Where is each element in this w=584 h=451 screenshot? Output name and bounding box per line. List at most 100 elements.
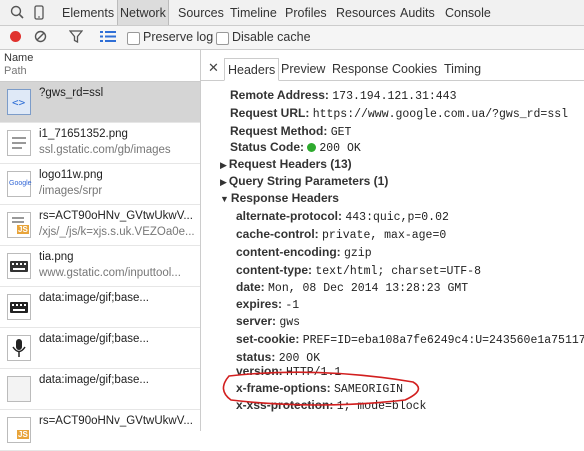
image-file-icon [7, 130, 31, 156]
request-list: Name Path <> ?gws_rd=ssl i1_71651352.png… [0, 50, 201, 451]
tab-profiles[interactable]: Profiles [285, 0, 327, 25]
js-badge: JS [17, 430, 29, 439]
tab-resources[interactable]: Resources [336, 0, 396, 25]
request-row[interactable]: i1_71651352.png ssl.gstatic.com/gb/image… [0, 123, 200, 164]
header-value: 200 OK [319, 142, 361, 155]
disable-cache-checkbox[interactable] [216, 32, 229, 45]
response-header-line: date: Mon, 08 Dec 2014 13:28:23 GMT [236, 279, 468, 297]
response-header-line: server: gws [236, 313, 300, 331]
highlight-ellipse [222, 371, 420, 406]
preserve-log-label: Preserve log [143, 30, 214, 44]
response-header-line: content-encoding: gzip [236, 244, 372, 262]
header-value: -1 [285, 299, 300, 312]
request-name: rs=ACT90oHNv_GVtwUkwV... [39, 210, 193, 222]
section-title: Response Headers [230, 191, 339, 205]
request-name: data:image/gif;base... [39, 333, 149, 345]
inspect-icon[interactable] [10, 5, 24, 22]
request-name: logo11w.png [39, 169, 103, 181]
request-path: /xjs/_/js/k=xjs.s.uk.VEZOa0e... [39, 226, 195, 238]
request-row[interactable]: <> ?gws_rd=ssl [0, 82, 200, 123]
header-key: Request URL: [230, 106, 310, 120]
tab-audits[interactable]: Audits [400, 0, 435, 25]
request-row[interactable]: data:image/gif;base... [0, 287, 200, 328]
response-header-line: set-cookie: PREF=ID=eba108a7fe6249c4:U=2… [236, 331, 584, 349]
network-toolbar: Preserve log Disable cache [0, 26, 584, 50]
detail-tab-bar: ✕ Headers Preview Response Cookies Timin… [201, 58, 584, 81]
preserve-log-checkbox[interactable] [127, 32, 140, 45]
tab-timing[interactable]: Timing [444, 58, 481, 79]
filter-icon[interactable] [68, 30, 84, 46]
disable-cache-label: Disable cache [232, 30, 311, 44]
tab-elements[interactable]: Elements [62, 0, 114, 25]
script-file-icon: JS [7, 417, 31, 443]
request-name: ?gws_rd=ssl [39, 87, 104, 99]
header-key: status: [236, 350, 276, 364]
name-column-header[interactable]: Name [4, 52, 196, 65]
collapse-triangle-icon: ▼ [220, 194, 229, 204]
request-name: i1_71651352.png [39, 128, 128, 140]
google-logo-thumbnail: Google [7, 171, 32, 197]
header-value: 443:quic,p=0.02 [345, 211, 449, 224]
header-key: alternate-protocol: [236, 209, 343, 223]
header-key: Remote Address: [230, 88, 329, 102]
tab-console[interactable]: Console [445, 0, 491, 25]
remote-address-line: Remote Address: 173.194.121.31:443 [230, 87, 457, 105]
header-key: content-type: [236, 263, 312, 277]
header-value: gws [279, 316, 301, 329]
request-list-header: Name Path [0, 50, 200, 82]
js-badge: JS [17, 225, 29, 234]
section-title: Request Headers (13) [228, 157, 352, 171]
blank-image-icon [7, 376, 31, 402]
close-icon[interactable]: ✕ [208, 60, 219, 76]
tab-headers[interactable]: Headers [224, 58, 280, 81]
keyboard-icon [7, 294, 31, 320]
response-header-line: expires: -1 [236, 296, 299, 314]
request-path: /images/srpr [39, 185, 103, 197]
tab-timeline[interactable]: Timeline [230, 0, 277, 25]
request-row[interactable]: JS rs=ACT90oHNv_GVtwUkwV... /xjs/_/js/k=… [0, 205, 200, 246]
request-headers-section[interactable]: ▶ Request Headers (13) [220, 156, 352, 173]
request-name: rs=ACT90oHNv_GVtwUkwV... [39, 415, 193, 427]
header-value: GET [330, 126, 352, 139]
query-string-section[interactable]: ▶ Query String Parameters (1) [220, 173, 388, 190]
microphone-icon [7, 335, 31, 361]
header-key: expires: [236, 297, 283, 311]
request-row[interactable]: data:image/gif;base... [0, 328, 200, 369]
header-value: 173.194.121.31:443 [332, 90, 457, 103]
header-value: Mon, 08 Dec 2014 13:28:23 GMT [268, 282, 469, 295]
tab-response[interactable]: Response [332, 58, 388, 79]
header-key: date: [236, 280, 265, 294]
tab-preview[interactable]: Preview [281, 58, 325, 79]
clear-icon[interactable] [34, 30, 47, 46]
tab-sources[interactable]: Sources [178, 0, 224, 25]
header-key: Status Code: [230, 140, 305, 154]
tab-cookies[interactable]: Cookies [392, 58, 437, 79]
header-key: content-encoding: [236, 245, 341, 259]
header-value: https://www.google.com.ua/?gws_rd=ssl [312, 108, 569, 121]
request-name: data:image/gif;base... [39, 292, 149, 304]
header-key: cache-control: [236, 227, 319, 241]
response-header-line: content-type: text/html; charset=UTF-8 [236, 262, 481, 280]
request-row[interactable]: tia.png www.gstatic.com/inputtool... [0, 246, 200, 287]
header-value: PREF=ID=eba108a7fe6249c4:U=243560e1a7511… [302, 334, 584, 347]
response-headers-section[interactable]: ▼ Response Headers [220, 190, 339, 207]
list-view-icon[interactable] [100, 30, 116, 46]
request-row[interactable]: Google logo11w.png /images/srpr [0, 164, 200, 205]
section-title: Query String Parameters (1) [228, 174, 389, 188]
path-column-subheader: Path [4, 65, 27, 77]
status-code-line: Status Code: 200 OK [230, 139, 361, 157]
record-icon[interactable] [9, 30, 22, 46]
request-url-line: Request URL: https://www.google.com.ua/?… [230, 105, 568, 123]
tab-network[interactable]: Network [117, 0, 169, 25]
script-file-icon: JS [7, 212, 31, 238]
header-key: set-cookie: [236, 332, 300, 346]
header-key: Request Method: [230, 124, 328, 138]
device-mode-icon[interactable] [34, 5, 44, 23]
request-path: ssl.gstatic.com/gb/images [39, 144, 171, 156]
devtools-tab-bar: Elements Network Sources Timeline Profil… [0, 0, 584, 26]
request-name: data:image/gif;base... [39, 374, 149, 386]
request-name: tia.png [39, 251, 74, 263]
request-path: www.gstatic.com/inputtool... [39, 267, 181, 279]
request-row[interactable]: data:image/gif;base... [0, 369, 200, 410]
request-details-pane: ✕ Headers Preview Response Cookies Timin… [201, 50, 584, 431]
